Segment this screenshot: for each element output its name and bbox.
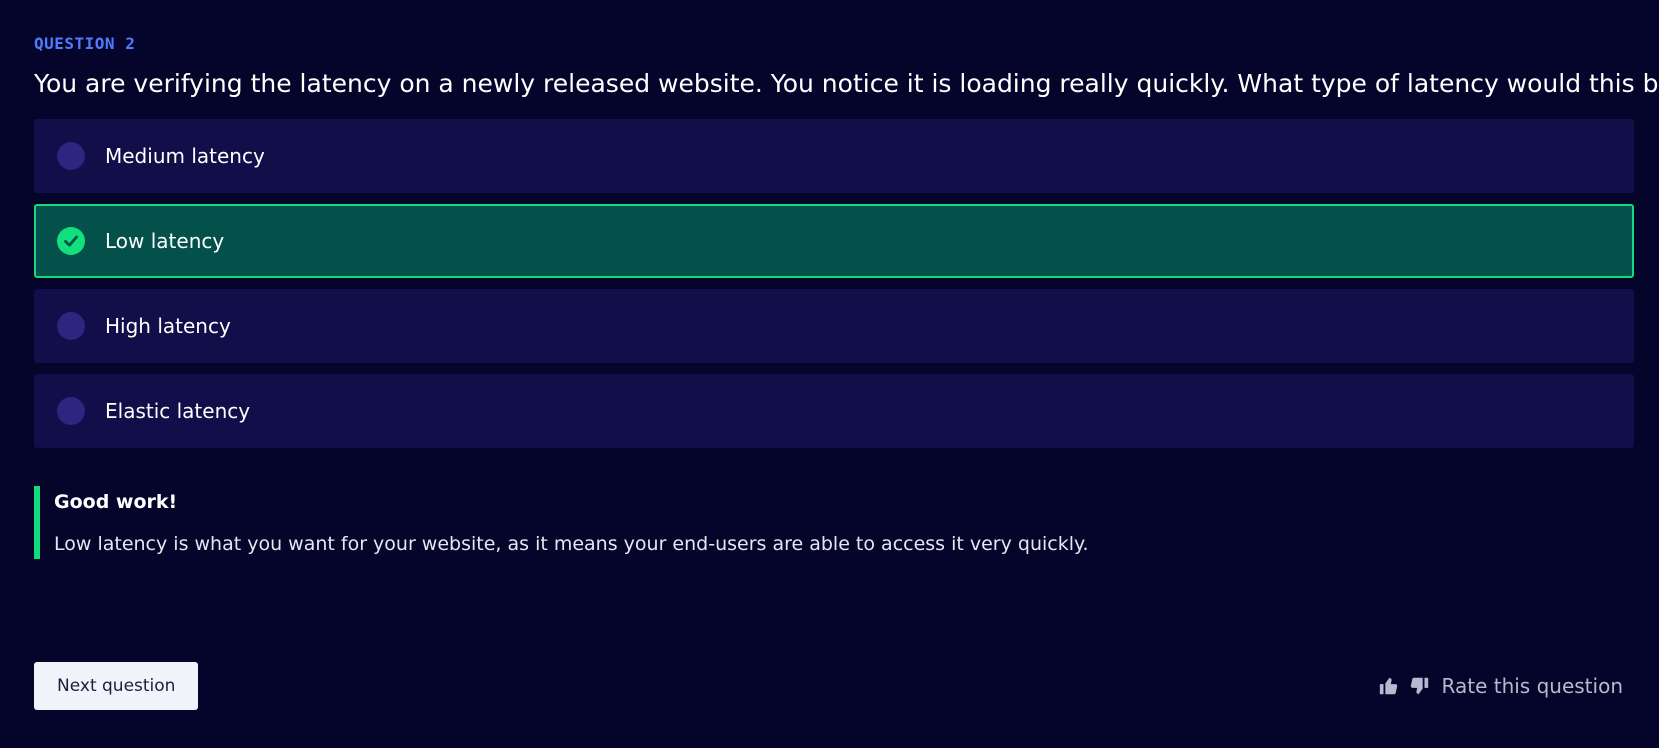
- rate-question: Rate this question: [1378, 674, 1625, 698]
- option-label: Elastic latency: [105, 399, 251, 423]
- radio-circle: [57, 142, 85, 170]
- option-label: Low latency: [105, 229, 225, 253]
- option-medium-latency[interactable]: Medium latency: [34, 119, 1634, 193]
- option-high-latency[interactable]: High latency: [34, 289, 1634, 363]
- feedback-body: Good work! Low latency is what you want …: [40, 486, 1089, 559]
- question-number: QUESTION 2: [34, 34, 136, 53]
- answer-options: Medium latency Low latency High latency …: [34, 119, 1634, 448]
- check-circle-icon: [57, 227, 85, 255]
- thumbs-up-icon[interactable]: [1378, 675, 1400, 697]
- option-low-latency[interactable]: Low latency: [34, 204, 1634, 278]
- feedback-panel: Good work! Low latency is what you want …: [34, 486, 1625, 559]
- option-elastic-latency[interactable]: Elastic latency: [34, 374, 1634, 448]
- checkmark-icon: [64, 235, 78, 247]
- next-question-button[interactable]: Next question: [34, 662, 199, 710]
- quiz-footer: Next question Rate this question: [34, 662, 1625, 710]
- radio-circle: [57, 397, 85, 425]
- thumbs-down-icon[interactable]: [1408, 675, 1430, 697]
- question-text: You are verifying the latency on a newly…: [34, 69, 1659, 98]
- rate-question-label: Rate this question: [1441, 674, 1623, 698]
- option-label: High latency: [105, 314, 231, 338]
- quiz-page: QUESTION 2 You are verifying the latency…: [0, 0, 1659, 748]
- option-label: Medium latency: [105, 144, 265, 168]
- feedback-explanation: Low latency is what you want for your we…: [54, 533, 1089, 555]
- radio-circle: [57, 312, 85, 340]
- feedback-title: Good work!: [54, 491, 178, 513]
